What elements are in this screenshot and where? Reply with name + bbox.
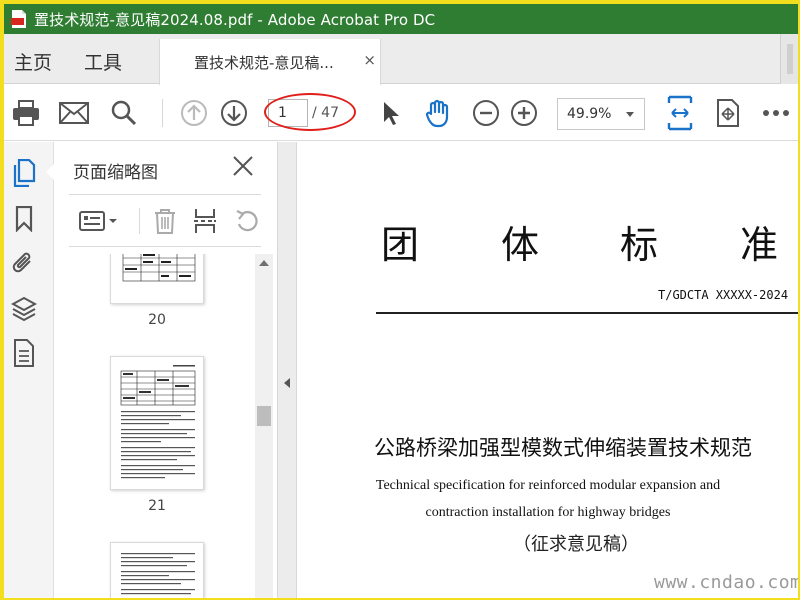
zoom-in-icon[interactable]: [508, 97, 540, 129]
doc-heading-char: 准: [740, 223, 779, 267]
window-title: 置技术规范-意见稿2024.08.pdf - Adobe Acrobat Pro…: [34, 10, 436, 29]
close-tab-button[interactable]: ×: [363, 51, 376, 69]
main-toolbar: 1 / 47 49.9%: [4, 85, 798, 141]
tab-tools[interactable]: 工具: [84, 48, 122, 75]
document-view: 团 体 标 准 T/GDCTA XXXXX-2024 公路桥梁加强型模数式伸缩装…: [298, 142, 798, 598]
chevron-down-icon: [626, 112, 634, 117]
thumbnail-list: 20 21: [55, 254, 277, 598]
document-properties-icon[interactable]: [11, 339, 37, 367]
rotate-view-icon[interactable]: [712, 97, 744, 129]
fit-page-icon[interactable]: [664, 95, 696, 131]
layers-icon[interactable]: [11, 296, 37, 322]
header-rule: [376, 312, 798, 314]
navigation-rail: [4, 142, 54, 598]
page-up-icon[interactable]: [178, 97, 210, 129]
document-title-cn: 公路桥梁加强型模数式伸缩装置技术规范: [374, 436, 752, 460]
select-cursor-icon[interactable]: [374, 97, 406, 129]
document-title-en-2: contraction installation for highway bri…: [425, 505, 671, 520]
thumbnail-scrollbar[interactable]: [255, 254, 273, 598]
doc-heading-char: 团: [381, 223, 420, 267]
zoom-select[interactable]: 49.9%: [557, 98, 645, 130]
active-indicator: [46, 164, 54, 180]
tab-document[interactable]: 置技术规范-意见稿... ×: [159, 39, 381, 85]
panel-title: 页面缩略图: [73, 163, 158, 183]
email-icon[interactable]: [58, 97, 90, 129]
print-icon[interactable]: [10, 97, 42, 129]
thumbnail-label: 20: [148, 312, 166, 328]
search-icon[interactable]: [108, 97, 140, 129]
thumbnail-options-icon[interactable]: [77, 206, 119, 236]
panel-splitter[interactable]: [277, 142, 297, 598]
more-icon[interactable]: [760, 97, 792, 129]
delete-page-icon[interactable]: [149, 206, 181, 236]
tab-row: 主页 工具 置技术规范-意见稿... ×: [4, 34, 798, 85]
collapse-panel-icon[interactable]: [284, 378, 290, 388]
document-tab-label: 置技术规范-意见稿...: [194, 53, 334, 72]
scroll-up-icon[interactable]: [259, 260, 269, 266]
title-bar: 置技术规范-意见稿2024.08.pdf - Adobe Acrobat Pro…: [4, 4, 798, 34]
standard-code: T/GDCTA XXXXX-2024: [658, 288, 789, 302]
insert-page-icon[interactable]: [189, 206, 221, 236]
acrobat-logo-icon: [8, 8, 30, 30]
tab-home[interactable]: 主页: [14, 48, 52, 75]
watermark: www.cndao.com: [654, 572, 798, 593]
page-down-icon[interactable]: [218, 97, 250, 129]
doc-heading-char: 标: [620, 223, 659, 267]
thumbnail-page-20[interactable]: [110, 254, 204, 304]
draft-note: （征求意见稿）: [513, 534, 639, 555]
undo-icon[interactable]: [231, 206, 263, 236]
zoom-out-icon[interactable]: [470, 97, 502, 129]
attachment-icon[interactable]: [11, 250, 37, 276]
page-thumbnails-icon[interactable]: [11, 159, 37, 187]
red-annotation-ellipse: [264, 93, 356, 131]
thumbnail-label: 21: [148, 498, 166, 514]
zoom-value: 49.9%: [567, 106, 612, 122]
close-icon[interactable]: [231, 154, 255, 178]
hand-tool-icon[interactable]: [422, 97, 454, 129]
tab-scrollbar[interactable]: [780, 34, 798, 84]
bookmark-icon[interactable]: [11, 206, 37, 232]
document-title-en-1: Technical specification for reinforced m…: [375, 478, 721, 493]
doc-heading-char: 体: [501, 223, 540, 267]
acrobat-window: 置技术规范-意见稿2024.08.pdf - Adobe Acrobat Pro…: [4, 4, 798, 598]
thumbnail-page-22[interactable]: [110, 542, 204, 598]
scrollbar-thumb[interactable]: [257, 406, 271, 426]
thumbnail-page-21[interactable]: [110, 356, 204, 490]
thumbnails-panel: 页面缩略图 20 21: [55, 142, 277, 598]
